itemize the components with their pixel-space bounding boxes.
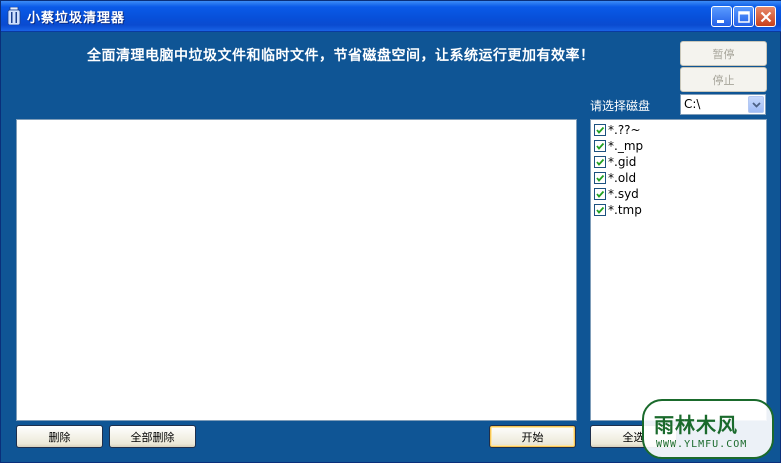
- extension-item[interactable]: *.gid: [594, 154, 636, 169]
- extension-label: *.old: [608, 170, 637, 185]
- checkmark-icon: [596, 142, 605, 150]
- extension-item[interactable]: *.tmp: [594, 202, 642, 217]
- drive-select-value: C:\: [684, 97, 701, 111]
- extension-item[interactable]: *.??~: [594, 122, 641, 137]
- watermark-logo: 雨林木风 WWW.YLMFU.COM: [642, 399, 774, 459]
- maximize-icon: [738, 11, 750, 23]
- extension-label: *.??~: [608, 122, 641, 137]
- file-list[interactable]: [16, 119, 577, 421]
- title-bar[interactable]: 小蔡垃圾清理器: [1, 1, 781, 32]
- extension-item[interactable]: *.syd: [594, 186, 639, 201]
- description-banner: 全面清理电脑中垃圾文件和临时文件，节省磁盘空间，让系统运行更加有效率！: [87, 48, 595, 64]
- drive-dropdown-button[interactable]: [748, 96, 764, 113]
- pause-button[interactable]: 暂停: [680, 41, 767, 66]
- checkmark-icon: [596, 126, 605, 134]
- close-button[interactable]: [755, 6, 776, 27]
- checkbox[interactable]: [594, 187, 606, 200]
- checkbox[interactable]: [594, 155, 606, 168]
- delete-button[interactable]: 删除: [16, 425, 103, 448]
- extension-label: *.gid: [608, 154, 637, 169]
- checkbox[interactable]: [594, 171, 606, 184]
- minimize-button[interactable]: [711, 6, 732, 27]
- minimize-icon: [717, 20, 724, 23]
- checkbox[interactable]: [594, 123, 606, 136]
- checkbox[interactable]: [594, 139, 606, 152]
- window-title: 小蔡垃圾清理器: [27, 11, 126, 26]
- stop-button[interactable]: 停止: [680, 67, 767, 92]
- app-window: 小蔡垃圾清理器 全面清理电脑中垃圾文件和临时文件，节省磁盘空间，让系统运行更加有…: [0, 0, 781, 463]
- drive-label: 请选择磁盘: [590, 99, 651, 113]
- extension-label: *.syd: [608, 186, 639, 201]
- maximize-button[interactable]: [733, 6, 754, 27]
- chevron-down-icon: [752, 102, 761, 108]
- close-icon: [760, 11, 772, 23]
- extension-list[interactable]: *.??~ *._mp *.gid *.old *.syd *.tmp: [590, 119, 767, 421]
- extension-label: *._mp: [608, 138, 644, 153]
- checkmark-icon: [596, 190, 605, 198]
- checkmark-icon: [596, 206, 605, 214]
- watermark-title: 雨林木风: [654, 413, 738, 437]
- extension-item[interactable]: *._mp: [594, 138, 643, 153]
- checkmark-icon: [596, 174, 605, 182]
- drive-select[interactable]: C:\: [680, 94, 766, 115]
- checkmark-icon: [596, 158, 605, 166]
- extension-item[interactable]: *.old: [594, 170, 636, 185]
- trash-can-icon: [7, 6, 21, 26]
- start-button[interactable]: 开始: [489, 425, 576, 448]
- checkbox[interactable]: [594, 203, 606, 216]
- extension-label: *.tmp: [608, 202, 642, 217]
- delete-all-button[interactable]: 全部删除: [109, 425, 196, 448]
- watermark-url: WWW.YLMFU.COM: [656, 439, 748, 450]
